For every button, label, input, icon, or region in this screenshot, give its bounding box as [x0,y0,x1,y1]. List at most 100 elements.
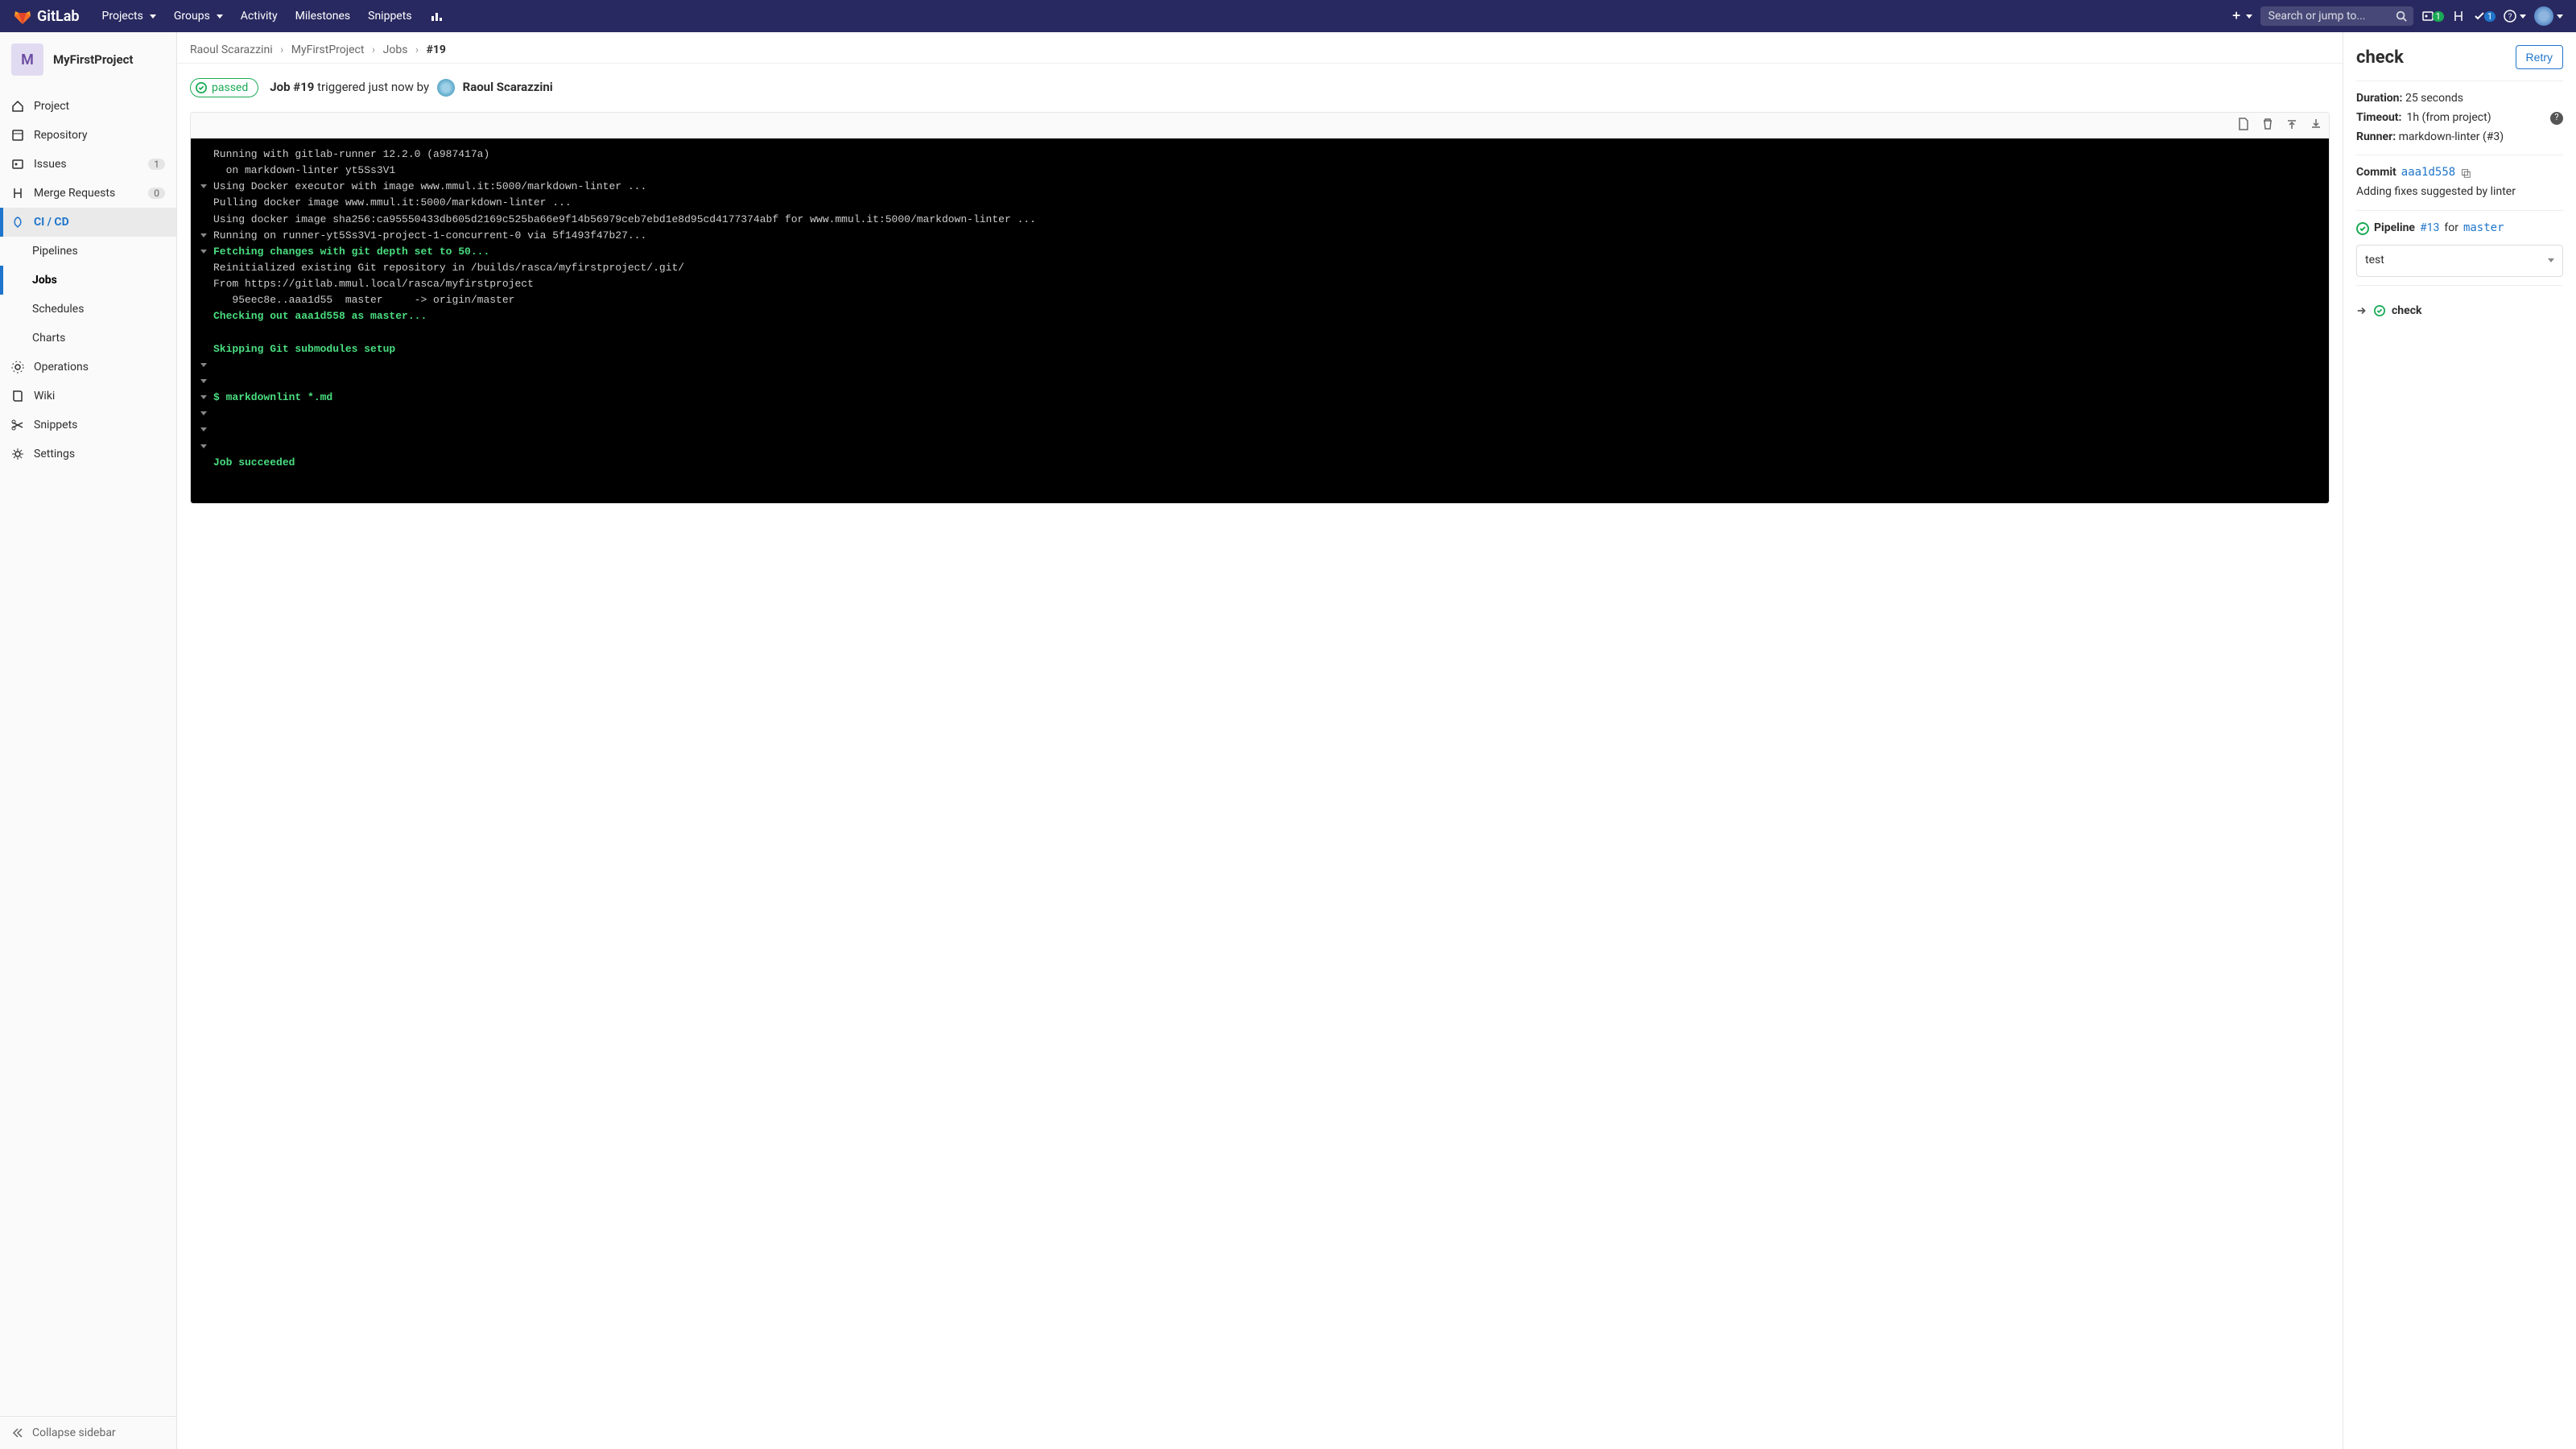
chevron-down-icon [2548,258,2554,262]
log-line: Running with gitlab-runner 12.2.0 (a9874… [191,147,2329,163]
nav-chart-icon[interactable] [423,6,449,26]
runner-value: markdown-linter (#3) [2399,130,2504,143]
check-circle-icon [2374,305,2385,316]
stage-name: test [2365,251,2384,270]
book-icon [11,390,24,402]
breadcrumb-section[interactable]: Jobs [383,43,408,56]
gear-icon [11,448,24,460]
new-dropdown[interactable] [2231,10,2252,22]
show-raw-button[interactable] [2237,118,2250,134]
check-circle-icon [196,82,207,93]
sidebar-item-operations[interactable]: Operations [0,353,176,382]
pipeline-id-link[interactable]: #13 [2420,219,2439,238]
log-line: From https://gitlab.mmul.local/rasca/myf… [191,276,2329,292]
log-line: Reinitialized existing Git repository in… [191,260,2329,276]
commit-sha-link[interactable]: aaa1d558 [2401,163,2455,183]
nav-projects[interactable]: Projects [96,6,163,26]
job-name-title: check [2356,47,2404,68]
log-line: Fetching changes with git depth set to 5… [191,244,2329,260]
search-input[interactable]: Search or jump to... [2260,6,2413,26]
user-menu[interactable] [2534,6,2563,26]
chevron-down-icon [2557,14,2563,19]
brand-logo[interactable]: GitLab [13,6,80,26]
mr-count-badge: 0 [148,188,165,199]
merge-request-icon [2452,10,2465,23]
chevron-down-icon [2520,14,2526,19]
retry-button[interactable]: Retry [2516,45,2563,69]
scroll-top-button[interactable] [2285,118,2298,134]
rocket-icon [11,216,24,229]
scroll-bottom-button[interactable] [2310,118,2322,134]
log-line: Pulling docker image www.mmul.it:5000/ma… [191,195,2329,211]
commit-message: Adding fixes suggested by linter [2356,183,2563,202]
job-details-sidebar: check Retry Duration: 25 seconds Timeout… [2343,32,2576,1449]
sidebar-item-schedules[interactable]: Schedules [0,295,176,324]
job-id: Job #19 [270,80,314,94]
sidebar-item-settings[interactable]: Settings [0,440,176,469]
timeout-label: Timeout: [2356,109,2402,128]
commit-label: Commit [2356,163,2396,183]
home-icon [11,100,24,113]
nav-merge-requests[interactable] [2452,10,2465,23]
copy-icon[interactable] [2460,167,2471,179]
nav-todos[interactable]: 1 [2473,10,2496,23]
sidebar-item-merge-requests[interactable]: Merge Requests0 [0,179,176,208]
sidebar-item-jobs[interactable]: Jobs [0,266,176,295]
job-log[interactable]: Running with gitlab-runner 12.2.0 (a9874… [191,138,2329,503]
project-header[interactable]: M MyFirstProject [0,32,176,87]
triggered-by-user[interactable]: Raoul Scarazzini [463,80,553,94]
sidebar-item-wiki[interactable]: Wiki [0,382,176,411]
collapse-sidebar[interactable]: Collapse sidebar [0,1416,176,1449]
breadcrumb-project[interactable]: MyFirstProject [291,43,365,56]
erase-trace-button[interactable] [2261,118,2274,134]
check-circle-icon [2356,222,2369,235]
nav-activity[interactable]: Activity [234,6,284,26]
log-line: Running on runner-yt5Ss3V1-project-1-con… [191,228,2329,244]
log-line: on markdown-linter yt5Ss3V1 [191,163,2329,179]
chevron-down-icon [150,14,156,19]
log-line: Checking out aaa1d558 as master... [191,308,2329,324]
sidebar-item-project[interactable]: Project [0,92,176,121]
sidebar-item-issues[interactable]: Issues1 [0,150,176,179]
operations-icon [11,361,24,374]
log-line [191,357,2329,374]
help-icon [2504,10,2516,23]
sidebar-item-cicd[interactable]: CI / CD [0,208,176,237]
runner-label: Runner: [2356,130,2396,143]
repo-icon [11,129,24,142]
log-line: Using docker image sha256:ca95550433db60… [191,212,2329,228]
log-toolbar [191,113,2329,138]
scroll-bottom-icon [2310,118,2322,130]
log-line: Using Docker executor with image www.mmu… [191,179,2329,195]
log-line [191,439,2329,455]
nav-groups[interactable]: Groups [167,6,229,26]
nav-snippets[interactable]: Snippets [361,6,418,26]
trash-icon [2261,118,2274,130]
chevron-down-icon [217,14,223,19]
sidebar-item-pipelines[interactable]: Pipelines [0,237,176,266]
gitlab-icon [13,6,32,26]
breadcrumb-current: #19 [427,43,446,56]
chevron-down-icon [2246,14,2252,19]
help-icon[interactable]: ? [2550,112,2563,125]
issues-count-badge: 1 [148,159,165,170]
breadcrumb-owner[interactable]: Raoul Scarazzini [190,43,273,56]
log-line: Job succeeded [191,455,2329,471]
log-line: Skipping Git submodules setup [191,341,2329,357]
sidebar-item-snippets[interactable]: Snippets [0,411,176,440]
pipeline-job-link[interactable]: check [2356,294,2563,321]
top-nav: GitLab Projects Groups Activity Mileston… [0,0,2576,32]
stage-dropdown[interactable]: test [2356,245,2563,277]
nav-milestones[interactable]: Milestones [289,6,357,26]
nav-help[interactable] [2504,10,2526,23]
sidebar-item-charts[interactable]: Charts [0,324,176,353]
nav-issues-counter[interactable]: 1 [2421,10,2444,23]
collapse-icon [11,1426,24,1439]
issues-icon [11,158,24,171]
branch-link[interactable]: master [2463,219,2504,238]
todos-badge: 1 [2484,11,2496,22]
log-line: 95eec8e..aaa1d55 master -> origin/master [191,292,2329,308]
job-log-container: Running with gitlab-runner 12.2.0 (a9874… [190,112,2330,504]
sidebar-item-repository[interactable]: Repository [0,121,176,150]
plus-icon [2231,10,2243,22]
